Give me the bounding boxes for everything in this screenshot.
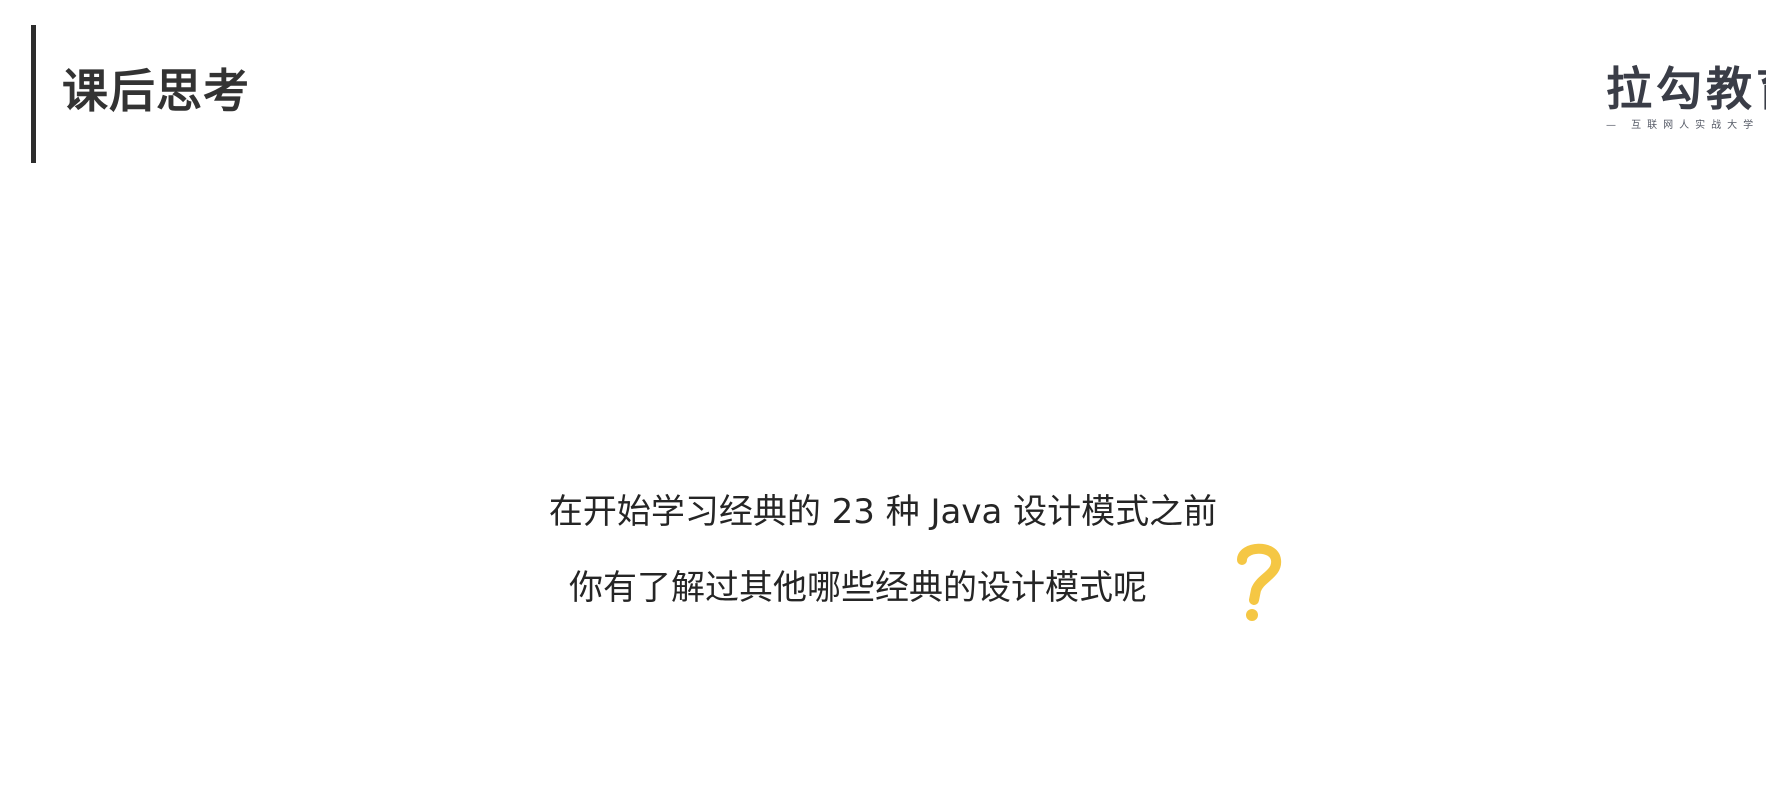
page-title: 课后思考	[62, 64, 250, 118]
brand-logo: 拉勾教育 — 互联网人实战大学	[1606, 60, 1766, 140]
question-line-1: 在开始学习经典的 23 种 Java 设计模式之前	[548, 492, 1218, 532]
question-mark-icon	[1237, 543, 1282, 621]
question-block: 在开始学习经典的 23 种 Java 设计模式之前 你有了解过其他哪些经典的设计…	[0, 474, 1766, 626]
brand-slogan: — 互联网人实战大学	[1606, 120, 1760, 131]
title-accent-bar	[31, 25, 36, 163]
brand-name: 拉勾教育	[1606, 62, 1766, 116]
question-line-2: 你有了解过其他哪些经典的设计模式呢	[569, 568, 1147, 608]
